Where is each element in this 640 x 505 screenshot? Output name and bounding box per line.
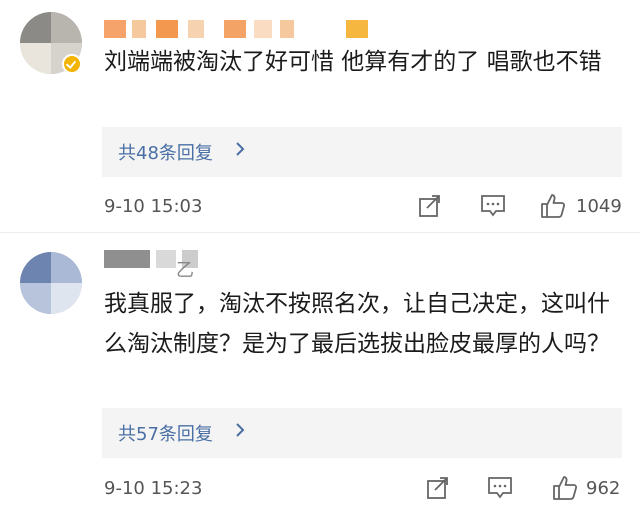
comment-text: 我真服了，淘汰不按照名次，让自己决定，这叫什么淘汰制度？是为了最后选拔出脸皮最厚… (104, 291, 610, 357)
comment-timestamp: 9-10 15:23 (104, 478, 203, 499)
chevron-right-icon (234, 139, 246, 164)
comment-item: 刘端端被淘汰了好可惜 他算有才的了 唱歌也不错 共48条回复 9-10 15:0… (0, 0, 640, 232)
avatar[interactable] (20, 252, 82, 314)
thumbs-up-icon[interactable] (540, 193, 566, 223)
username-fragment: 乙 (176, 260, 194, 281)
share-icon[interactable] (418, 194, 442, 222)
username-obscured[interactable] (104, 250, 224, 268)
like-count: 1049 (576, 196, 622, 217)
thumbs-up-icon[interactable] (552, 475, 578, 505)
view-replies-button[interactable]: 共57条回复 (102, 408, 622, 458)
like-count: 962 (586, 478, 621, 499)
replies-count-label: 共57条回复 (118, 424, 213, 445)
comment-timestamp: 9-10 15:03 (104, 196, 203, 217)
comment-icon[interactable] (487, 476, 513, 504)
chevron-right-icon (234, 420, 246, 445)
verified-badge-icon (62, 54, 82, 74)
comment-icon[interactable] (480, 194, 506, 222)
comment-text: 刘端端被淘汰了好可惜 他算有才的了 唱歌也不错 (104, 49, 602, 75)
username-obscured[interactable] (104, 20, 374, 38)
comment-item: 乙 我真服了，淘汰不按照名次，让自己决定，这叫什么淘汰制度？是为了最后选拔出脸皮… (0, 232, 640, 502)
share-icon[interactable] (426, 476, 450, 504)
replies-count-label: 共48条回复 (118, 143, 213, 164)
view-replies-button[interactable]: 共48条回复 (102, 127, 622, 177)
